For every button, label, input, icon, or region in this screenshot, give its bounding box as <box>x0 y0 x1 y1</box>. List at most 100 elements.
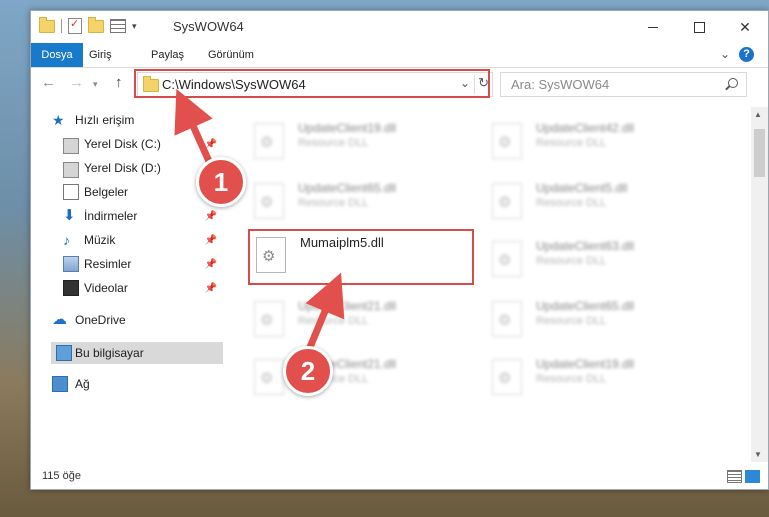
file-name: UpdateClient63.dll <box>536 239 635 253</box>
view-icon[interactable] <box>110 19 126 33</box>
vertical-scrollbar[interactable]: ▲ ▼ <box>751 107 768 462</box>
step-2-badge: 2 <box>283 346 333 396</box>
sidebar-item-downloads[interactable]: ⬇ İndirmeler 📌 <box>31 205 223 227</box>
close-button[interactable]: ✕ <box>722 11 768 43</box>
pin-icon[interactable]: 📌 <box>205 283 217 294</box>
address-history-chevron-icon[interactable]: ⌄ <box>460 76 470 90</box>
customize-toolbar-chevron-icon[interactable]: ▾ <box>132 21 137 32</box>
forward-arrow-icon[interactable]: → <box>69 74 84 91</box>
documents-icon <box>63 184 79 200</box>
onedrive-icon: ☁ <box>52 311 67 328</box>
up-arrow-icon[interactable]: ↑ <box>115 74 123 91</box>
new-folder-icon[interactable] <box>88 16 104 33</box>
maximize-button[interactable] <box>676 11 722 43</box>
scroll-up-icon[interactable]: ▲ <box>754 110 762 119</box>
sidebar-item-local-disk-c[interactable]: Yerel Disk (C:) 📌 <box>31 133 223 155</box>
file-type: Resource DLL <box>536 373 607 385</box>
quick-access-toolbar: ▾ <box>39 16 137 34</box>
sidebar-item-label: Yerel Disk (D:) <box>84 161 161 175</box>
this-pc-icon <box>56 345 72 361</box>
sidebar-item-label: Ağ <box>75 377 90 391</box>
search-icon[interactable] <box>728 78 738 88</box>
sidebar-item-pictures[interactable]: Resimler 📌 <box>31 253 223 275</box>
tab-file[interactable]: Dosya <box>31 43 83 67</box>
minimize-icon <box>648 26 658 28</box>
close-icon: ✕ <box>739 18 751 35</box>
sidebar-item-videos[interactable]: Videolar 📌 <box>31 277 223 299</box>
sidebar-item-label: Müzik <box>84 233 116 247</box>
file-type: Resource DLL <box>536 197 607 209</box>
file-type: Resource DLL <box>298 197 369 209</box>
sidebar-item-label: Hızlı erişim <box>75 113 135 127</box>
pictures-icon <box>63 256 79 272</box>
pin-icon[interactable]: 📌 <box>205 211 217 222</box>
file-item[interactable]: UpdateClient65.dll Resource DLL <box>486 293 716 349</box>
pin-icon[interactable]: 📌 <box>205 259 217 270</box>
step-1-badge: 1 <box>196 157 246 207</box>
dll-file-icon <box>492 241 522 277</box>
file-item[interactable]: UpdateClient19.dll Resource DLL <box>486 351 716 407</box>
address-divider <box>474 75 475 94</box>
file-item[interactable]: UpdateClient65.dll Resource DLL <box>248 175 478 231</box>
sidebar-item-local-disk-d[interactable]: Yerel Disk (D:) <box>31 157 223 179</box>
tab-home[interactable]: Giriş <box>89 43 112 67</box>
scrollbar-thumb[interactable] <box>754 129 765 177</box>
file-name: UpdateClient19.dll <box>298 121 397 135</box>
status-bar: 115 öğe <box>31 463 768 489</box>
sidebar-item-label: Resimler <box>84 257 132 271</box>
sidebar-item-label: Videolar <box>84 281 128 295</box>
pin-icon[interactable]: 📌 <box>205 235 217 246</box>
maximize-icon <box>693 21 705 33</box>
file-name: UpdateClient5.dll <box>536 181 628 195</box>
file-item[interactable]: UpdateClient21.dll Resource DLL <box>248 293 478 349</box>
large-icons-view-icon[interactable] <box>745 470 760 483</box>
file-item-mumaiplm5[interactable]: Mumaiplm5.dll <box>248 229 474 285</box>
sidebar-item-music[interactable]: ♪ Müzik 📌 <box>31 229 223 251</box>
file-item[interactable]: UpdateClient19.dll Resource DLL <box>248 115 478 171</box>
file-item[interactable]: UpdateClient5.dll Resource DLL <box>486 175 716 231</box>
sidebar-item-label: Yerel Disk (C:) <box>84 137 161 151</box>
item-count: 115 öğe <box>42 470 81 482</box>
ribbon-tabs: Dosya Giriş Paylaş Görünüm ⌄ ? <box>31 43 768 68</box>
dll-file-icon <box>254 301 284 337</box>
dll-file-icon <box>492 183 522 219</box>
dll-file-icon <box>254 359 284 395</box>
dll-file-icon <box>492 359 522 395</box>
toolbar-divider <box>61 19 62 33</box>
file-name: UpdateClient21.dll <box>298 299 397 313</box>
navigation-bar: ← → ▾ ↑ C:\Windows\SysWOW64 ⌄ ↻ Ara: Sys… <box>31 68 768 100</box>
refresh-icon[interactable]: ↻ <box>478 75 489 91</box>
sidebar-item-documents[interactable]: Belgeler <box>31 181 223 203</box>
recent-locations-chevron-icon[interactable]: ▾ <box>93 79 98 90</box>
dll-file-icon <box>492 123 522 159</box>
file-item[interactable]: UpdateClient63.dll Resource DLL <box>486 233 716 289</box>
disk-icon <box>63 137 79 154</box>
sidebar-item-label: Belgeler <box>84 185 129 199</box>
pin-icon[interactable]: 📌 <box>205 139 217 150</box>
back-arrow-icon[interactable]: ← <box>41 74 56 91</box>
navigation-pane: ★ Hızlı erişim Yerel Disk (C:) 📌 Yerel D… <box>31 107 227 462</box>
scroll-down-icon[interactable]: ▼ <box>754 450 762 459</box>
sidebar-item-this-pc[interactable]: Bu bilgisayar <box>51 342 223 364</box>
expand-ribbon-chevron-icon[interactable]: ⌄ <box>720 47 730 61</box>
sidebar-item-label: İndirmeler <box>84 209 138 223</box>
details-view-icon[interactable] <box>727 470 742 483</box>
search-input[interactable]: Ara: SysWOW64 <box>500 72 747 97</box>
address-path[interactable]: C:\Windows\SysWOW64 <box>162 77 306 92</box>
sidebar-item-network[interactable]: Ağ <box>31 373 223 395</box>
address-bar[interactable]: C:\Windows\SysWOW64 ⌄ ↻ <box>137 72 493 97</box>
file-name: UpdateClient65.dll <box>536 299 635 313</box>
file-item[interactable]: UpdateClient42.dll Resource DLL <box>486 115 716 171</box>
folder-icon <box>39 16 55 33</box>
properties-icon[interactable] <box>68 17 82 34</box>
tab-share[interactable]: Paylaş <box>151 43 184 67</box>
minimize-button[interactable] <box>630 11 676 43</box>
help-icon[interactable]: ? <box>739 47 754 62</box>
sidebar-item-onedrive[interactable]: ☁ OneDrive <box>31 309 223 331</box>
dll-file-icon <box>256 237 286 273</box>
dll-file-icon <box>254 123 284 159</box>
file-item[interactable]: UpdateClient21.dll Resource DLL <box>248 351 478 407</box>
star-icon: ★ <box>52 112 65 128</box>
tab-view[interactable]: Görünüm <box>208 43 254 67</box>
sidebar-item-quick-access[interactable]: ★ Hızlı erişim <box>31 109 223 131</box>
